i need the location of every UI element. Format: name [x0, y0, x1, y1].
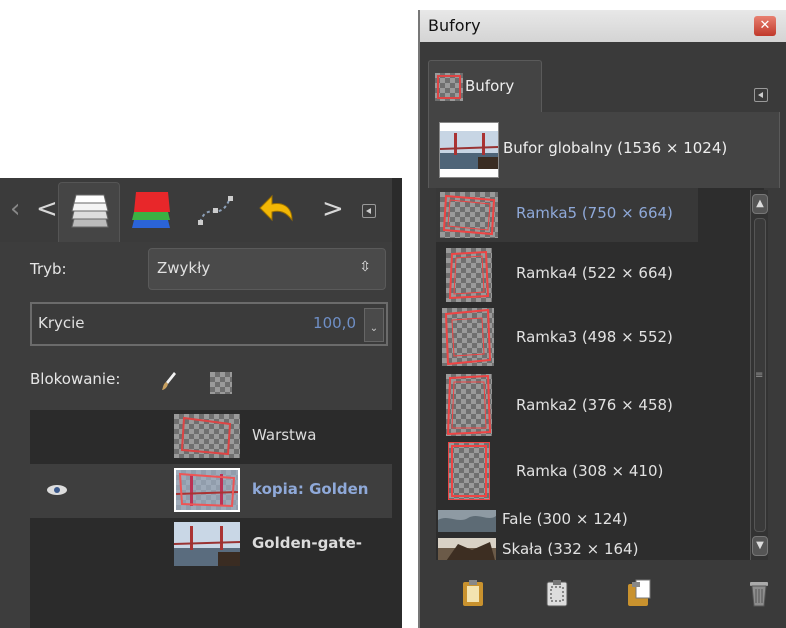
buffer-thumbnail — [446, 374, 492, 436]
buffer-label: Fale (300 × 124) — [502, 510, 628, 528]
dock-tab-bar: ‹ < > — [0, 178, 392, 242]
window-titlebar[interactable]: Bufory ✕ — [420, 10, 786, 42]
lock-label: Blokowanie: — [30, 370, 121, 388]
scroll-up-icon[interactable]: ▲ — [752, 194, 768, 214]
layer-row-kopia-golden[interactable]: kopia: Golden — [30, 464, 392, 518]
lock-pixels-icon[interactable] — [160, 370, 178, 392]
spin-down-icon[interactable]: ⌄ — [364, 308, 384, 342]
tab-scroll-right-icon[interactable]: > — [322, 196, 344, 222]
buffer-item-ramka5[interactable]: Ramka5 (750 × 664) — [436, 188, 698, 242]
buffer-label: Ramka3 (498 × 552) — [516, 328, 673, 346]
buffers-toolbar — [428, 564, 780, 622]
buffer-thumbnail — [440, 192, 498, 238]
mode-select[interactable]: Zwykły ⇳ — [148, 248, 386, 290]
layer-row-warstwa[interactable]: Warstwa — [30, 410, 392, 464]
buffer-label: Ramka5 (750 × 664) — [516, 204, 673, 222]
buffer-thumbnail — [438, 510, 496, 532]
tab-channels[interactable] — [128, 186, 180, 238]
undo-history-icon — [259, 194, 293, 222]
paste-as-new-icon[interactable] — [626, 578, 652, 608]
layer-thumbnail — [174, 414, 240, 458]
opacity-value: 100,0 — [313, 314, 356, 332]
paste-into-icon[interactable] — [544, 578, 570, 608]
buffer-item-fale[interactable]: Fale (300 × 124) — [436, 506, 748, 534]
layers-icon — [71, 194, 109, 228]
tab-label: Bufory — [465, 77, 515, 95]
buffer-list: Ramka5 (750 × 664) Ramka4 (522 × 664) Ra… — [436, 188, 764, 560]
layers-dock: ‹ < > Tryb: Zwykły ⇳ Krycie 100,0 ⌄ Blok… — [0, 178, 402, 628]
scroll-grip-icon[interactable]: ≡ — [755, 370, 763, 381]
buffer-label: Skała (332 × 164) — [502, 540, 639, 558]
buffers-tab-icon — [435, 73, 463, 101]
buffer-item-ramka4[interactable]: Ramka4 (522 × 664) — [436, 242, 748, 304]
buffer-item-ramka2[interactable]: Ramka2 (376 × 458) — [436, 372, 748, 438]
tab-scroll-left-icon[interactable]: ‹ — [10, 196, 20, 222]
paste-icon[interactable] — [460, 578, 486, 608]
mode-value: Zwykły — [157, 259, 211, 277]
buffer-item-ramka[interactable]: Ramka (308 × 410) — [436, 440, 748, 504]
eye-visibility-icon[interactable] — [46, 484, 68, 496]
layer-thumbnail — [174, 522, 240, 566]
tab-scroll-left-icon-2[interactable]: < — [36, 196, 58, 222]
tab-layers[interactable] — [58, 182, 120, 242]
paths-icon — [198, 196, 233, 225]
layer-thumbnail — [174, 468, 240, 512]
opacity-spinbox[interactable]: Krycie 100,0 ⌄ — [30, 302, 388, 346]
mode-label: Tryb: — [30, 260, 67, 278]
close-icon[interactable]: ✕ — [754, 16, 776, 36]
buffer-item-skala[interactable]: Skała (332 × 164) — [436, 536, 748, 560]
buffer-thumbnail — [446, 248, 492, 302]
buffer-label: Ramka2 (376 × 458) — [516, 396, 673, 414]
lock-alpha-icon[interactable] — [210, 372, 232, 394]
global-buffer-label: Bufor globalny (1536 × 1024) — [503, 139, 728, 157]
global-buffer[interactable]: Bufor globalny (1536 × 1024) — [428, 112, 780, 188]
tab-paths[interactable] — [190, 186, 242, 238]
buffer-thumbnail — [442, 308, 494, 366]
scroll-down-icon[interactable]: ▼ — [752, 536, 768, 556]
opacity-label: Krycie — [38, 314, 85, 332]
buffer-item-ramka3[interactable]: Ramka3 (498 × 552) — [436, 306, 748, 368]
layer-name: kopia: Golden — [252, 480, 369, 498]
buffer-label: Ramka4 (522 × 664) — [516, 264, 673, 282]
layer-name: Golden-gate- — [252, 534, 363, 552]
window-title: Bufory — [428, 16, 481, 35]
buffer-thumbnail — [438, 538, 496, 560]
dock-edge — [392, 178, 402, 628]
buffer-list-scrollbar[interactable]: ▲ ≡ ▼ — [750, 190, 768, 560]
tab-undo-history[interactable] — [252, 186, 304, 238]
buffer-label: Ramka (308 × 410) — [516, 462, 664, 480]
buffers-tab-strip: Bufory — [420, 42, 786, 112]
buffer-thumbnail — [448, 442, 490, 500]
layer-name: Warstwa — [252, 426, 317, 444]
channels-icon — [132, 192, 170, 228]
delete-buffer-icon[interactable] — [746, 578, 772, 608]
dock-menu-button[interactable] — [362, 204, 376, 218]
layer-list: Warstwa kopia: Golden Golden-gate- — [30, 410, 392, 628]
layer-row-golden-gate[interactable]: Golden-gate- — [30, 518, 392, 572]
global-buffer-thumbnail — [439, 122, 499, 178]
dock-menu-button[interactable] — [754, 88, 768, 102]
select-arrows-icon: ⇳ — [359, 259, 371, 275]
buffers-window: Bufory ✕ Bufory Bufor globalny (1536 × 1… — [418, 10, 786, 628]
tab-buffers[interactable]: Bufory — [428, 60, 542, 112]
